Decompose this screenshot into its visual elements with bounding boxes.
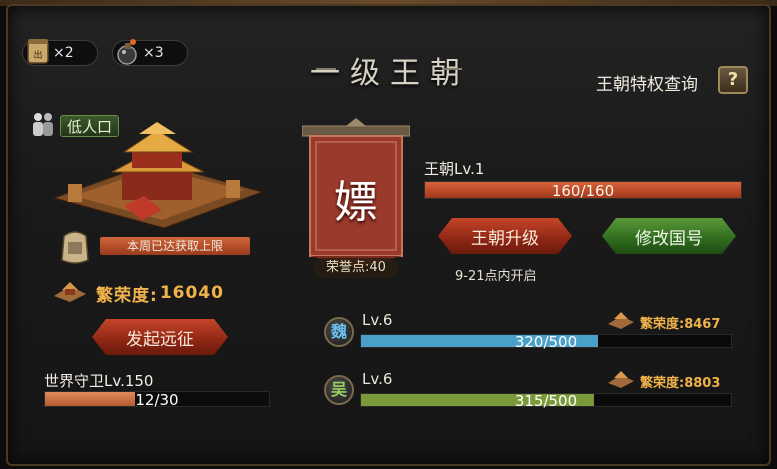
title-ornament-right [442,68,462,70]
kingdom-wu-prosperity: 繁荣度:8803 [606,370,720,392]
launch-expedition-button[interactable]: 发起远征 [92,319,228,355]
resource-bomb[interactable]: ×3 [112,39,188,66]
world-guard-progress-text: 12/30 [135,391,179,409]
scroll-icon: 出 [21,35,55,69]
help-button[interactable]: ? [718,66,748,94]
honor-points: 荣誉点:40 [314,258,398,278]
dynasty-banner-character: 嫖 [334,177,378,228]
kingdom-wei-progress-bar: 320/500 [360,333,732,351]
population-label: 低人口 [60,115,120,137]
rename-nation-label: 修改国号 [635,228,703,249]
dynasty-progress-text: 160/160 [551,182,615,200]
dynasty-level-label: 王朝Lv.1 [424,160,485,178]
dynasty-upgrade-button[interactable]: 王朝升级 [438,218,572,254]
page-title: 一级王朝 [310,56,470,91]
kingdom-wu-progress-bar: 315/500 [360,392,732,410]
dynasty-upgrade-label: 王朝升级 [471,228,539,249]
population-badge: 低人口 [28,110,120,142]
prosperity-icon [606,370,636,392]
rename-nation-button[interactable]: 修改国号 [602,218,736,254]
kingdom-wei-level: Lv.6 [362,311,393,329]
privilege-query-link[interactable]: 王朝特权查询 [596,70,698,95]
kingdom-wu-icon: 吴 [324,375,354,405]
prosperity-icon [52,280,88,306]
bomb-icon [111,35,145,69]
weekly-limit-icon [58,226,92,270]
dynasty-progress-bar: 160/160 [424,181,742,200]
kingdom-wei-prosperity-value: 繁荣度:8467 [640,316,721,332]
prosperity-row: 繁荣度: 16040 [52,280,224,306]
kingdom-wu-prosperity-value: 繁荣度:8803 [640,375,721,391]
prosperity-value: 16040 [159,283,224,303]
kingdom-wei-prosperity: 繁荣度:8467 [606,311,720,333]
world-guard-label: 世界守卫Lv.150 [44,372,154,390]
population-icon [28,110,58,142]
svg-text:出: 出 [33,49,42,61]
prosperity-icon [606,311,636,333]
kingdom-wu-level: Lv.6 [362,370,393,388]
weekly-limit-banner: 本周已达获取上限 [100,237,250,255]
resource-scroll[interactable]: 出 ×2 [22,39,98,66]
kingdom-wei-progress-text: 320/500 [514,333,578,351]
kingdom-wu-progress-text: 315/500 [514,392,578,410]
upgrade-open-hours: 9-21点内开启 [455,269,537,284]
resource-scroll-count: ×2 [53,45,74,61]
world-guard-progress-bar: 12/30 [44,391,270,409]
resource-bomb-count: ×3 [143,45,164,61]
launch-expedition-label: 发起远征 [126,329,194,350]
prosperity-label: 繁荣度: [96,285,158,306]
kingdom-wei-icon: 魏 [324,317,354,347]
